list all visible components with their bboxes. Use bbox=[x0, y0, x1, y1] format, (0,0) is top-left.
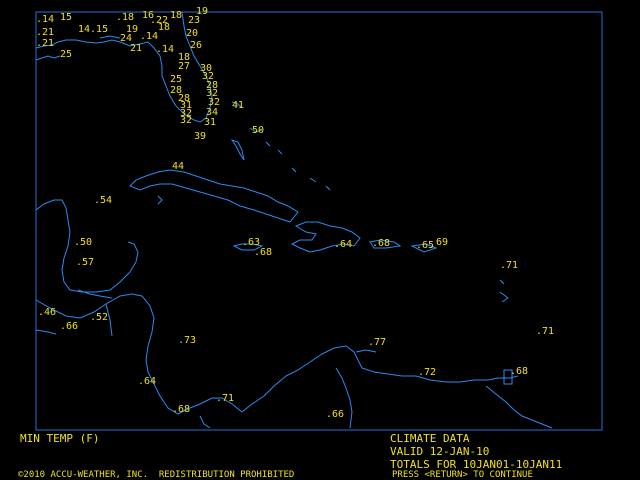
temperature-label: 26 bbox=[190, 40, 203, 51]
temperature-label: .50 bbox=[74, 237, 93, 248]
temperature-label: .64 bbox=[334, 239, 353, 250]
temperature-label: .21 bbox=[36, 38, 55, 49]
temperature-label: 14.15 bbox=[78, 24, 109, 35]
temperature-label: 25 bbox=[170, 74, 183, 85]
temperature-label: 32 bbox=[180, 115, 193, 126]
temperature-label: 15 bbox=[60, 12, 73, 23]
temperature-label: .14 bbox=[36, 14, 55, 25]
valid-date-label: VALID 12-JAN-10 bbox=[390, 445, 490, 458]
temperature-label: .54 bbox=[94, 195, 113, 206]
coastlines bbox=[35, 11, 553, 429]
temperature-label: 69 bbox=[436, 237, 449, 248]
temperature-label: 18 bbox=[170, 10, 183, 21]
temperature-label: 41 bbox=[232, 100, 245, 111]
temperature-label: 18 bbox=[158, 22, 171, 33]
temperature-label: .73 bbox=[178, 335, 197, 346]
temperature-label: .77 bbox=[368, 337, 387, 348]
copyright-notice: ©2010 ACCU-WEATHER, INC. REDISTRIBUTION … bbox=[18, 470, 295, 480]
temperature-label: .46 bbox=[38, 307, 57, 318]
temperature-label: .68 bbox=[372, 238, 391, 249]
temperature-label: .52 bbox=[90, 312, 109, 323]
temperature-label: .66 bbox=[326, 409, 345, 420]
temperature-label: 39 bbox=[194, 131, 207, 142]
temperature-label: .14 bbox=[156, 44, 175, 55]
temperature-label: .65 bbox=[416, 240, 435, 251]
temperature-label: .18 bbox=[116, 12, 135, 23]
continue-prompt[interactable]: PRESS <RETURN> TO CONTINUE bbox=[392, 470, 533, 480]
temperature-label: .68 bbox=[254, 247, 273, 258]
map-title: MIN TEMP (F) bbox=[20, 432, 100, 445]
temperature-label: .71 bbox=[500, 260, 519, 271]
map-canvas bbox=[35, 11, 603, 431]
temperature-label: .68 bbox=[172, 404, 191, 415]
temperature-label: .68 bbox=[510, 366, 529, 377]
temperature-label: .66 bbox=[60, 321, 79, 332]
temperature-label: .71 bbox=[536, 326, 555, 337]
temperature-label: 50 bbox=[252, 125, 265, 136]
temperature-label: 31 bbox=[204, 117, 217, 128]
temperature-label: 23 bbox=[188, 15, 201, 26]
temperature-label: 44 bbox=[172, 161, 185, 172]
climate-data-label: CLIMATE DATA bbox=[390, 432, 470, 445]
temperature-label: 20 bbox=[186, 28, 199, 39]
temperature-label: .21 bbox=[36, 27, 55, 38]
temperature-label: .64 bbox=[138, 376, 157, 387]
temperature-label: .72 bbox=[418, 367, 437, 378]
temperature-label: .14 bbox=[140, 31, 159, 42]
temperature-label: 25 bbox=[60, 49, 73, 60]
temperature-label: .71 bbox=[216, 393, 235, 404]
temperature-label: 27 bbox=[178, 61, 191, 72]
temperature-label: 21 bbox=[130, 43, 143, 54]
temperature-label: .57 bbox=[76, 257, 95, 268]
